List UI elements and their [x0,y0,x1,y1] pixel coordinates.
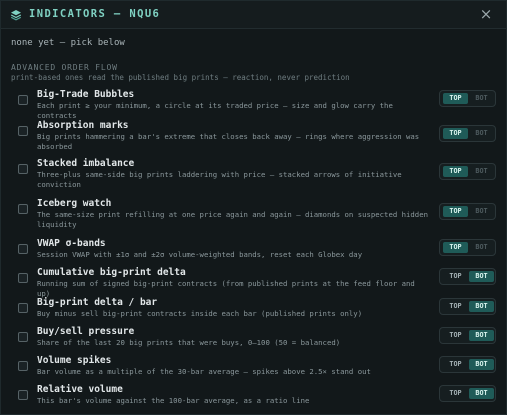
indicator-name[interactable]: Stacked imbalance [37,158,134,169]
placement-bot-button[interactable]: BOT [469,128,494,139]
panel-header: INDICATORS — NQU6 × [1,1,506,29]
indicator-row: Iceberg watch The same-size print refilli… [1,198,506,232]
indicator-checkbox[interactable] [18,332,28,342]
placement-bot-button[interactable]: BOT [469,301,494,312]
indicator-description: Share of the last 20 big prints that wer… [37,338,341,347]
placement-bot-button[interactable]: BOT [469,271,494,282]
placement-top-button[interactable]: TOP [443,330,468,341]
placement-toggle: TOP BOT [439,385,496,402]
indicators-panel: INDICATORS — NQU6 × none yet — pick belo… [0,0,507,415]
placement-top-button[interactable]: TOP [443,242,468,253]
indicator-checkbox[interactable] [18,273,28,283]
section-subheading: print-based ones read the published big … [11,73,350,82]
placement-bot-button[interactable]: BOT [469,93,494,104]
selection-status: none yet — pick below [11,38,125,48]
indicator-name[interactable]: Big-Trade Bubbles [37,89,134,100]
indicator-row: Absorption marks Big prints hammering a b… [1,120,506,154]
placement-toggle: TOP BOT [439,356,496,373]
indicator-description: Buy minus sell big-print contracts insid… [37,309,363,318]
placement-top-button[interactable]: TOP [443,128,468,139]
placement-toggle: TOP BOT [439,239,496,256]
indicator-name[interactable]: Cumulative big-print delta [37,267,186,278]
indicator-row: Cumulative big-print delta Running sum of… [1,267,506,298]
indicator-name[interactable]: VWAP σ-bands [37,238,106,249]
indicator-description: Each print ≥ your minimum, a circle at i… [37,101,393,120]
placement-toggle: TOP BOT [439,90,496,107]
indicator-checkbox[interactable] [18,244,28,254]
indicator-row: Buy/sell pressure Share of the last 20 bi… [1,326,506,352]
placement-bot-button[interactable]: BOT [469,388,494,399]
placement-bot-button[interactable]: BOT [469,166,494,177]
placement-bot-button[interactable]: BOT [469,359,494,370]
placement-toggle: TOP BOT [439,327,496,344]
indicator-checkbox[interactable] [18,95,28,105]
placement-toggle: TOP BOT [439,125,496,142]
placement-toggle: TOP BOT [439,163,496,180]
indicator-description: Session VWAP with ±1σ and ±2σ volume-wei… [37,250,363,259]
section-heading: ADVANCED ORDER FLOW [11,63,118,72]
indicator-checkbox[interactable] [18,204,28,214]
placement-toggle: TOP BOT [439,268,496,285]
indicator-name[interactable]: Big-print delta / bar [37,297,157,308]
placement-top-button[interactable]: TOP [443,301,468,312]
placement-top-button[interactable]: TOP [443,359,468,370]
indicator-name[interactable]: Volume spikes [37,355,111,366]
indicator-description: Three-plus same-side big prints ladderin… [37,170,402,189]
indicator-row: VWAP σ-bands Session VWAP with ±1σ and ±2… [1,238,506,264]
placement-top-button[interactable]: TOP [443,271,468,282]
placement-toggle: TOP BOT [439,203,496,220]
placement-top-button[interactable]: TOP [443,388,468,399]
placement-bot-button[interactable]: BOT [469,330,494,341]
indicator-checkbox[interactable] [18,390,28,400]
placement-top-button[interactable]: TOP [443,93,468,104]
indicator-checkbox[interactable] [18,303,28,313]
layers-icon [10,10,22,21]
indicator-row: Big-print delta / bar Buy minus sell big-… [1,297,506,323]
indicator-name[interactable]: Relative volume [37,384,123,395]
indicator-row: Relative volume This bar's volume against… [1,384,506,410]
indicator-name[interactable]: Absorption marks [37,120,129,131]
indicator-description: The same-size print refilling at one pri… [37,210,428,229]
indicator-checkbox[interactable] [18,126,28,136]
indicator-name[interactable]: Iceberg watch [37,198,111,209]
indicator-description: Big prints hammering a bar's extreme tha… [37,132,420,151]
panel-title: INDICATORS — NQU6 [29,8,161,20]
close-icon[interactable]: × [478,5,494,23]
indicator-row: Big-Trade Bubbles Each print ≥ your minim… [1,89,506,120]
indicator-row: Volume spikes Bar volume as a multiple of… [1,355,506,381]
indicator-row: Stacked imbalance Three-plus same-side bi… [1,158,506,192]
indicator-checkbox[interactable] [18,164,28,174]
placement-bot-button[interactable]: BOT [469,242,494,253]
placement-toggle: TOP BOT [439,298,496,315]
indicator-name[interactable]: Buy/sell pressure [37,326,134,337]
indicator-description: Running sum of signed big-print contract… [37,279,415,298]
indicator-description: This bar's volume against the 100-bar av… [37,396,310,405]
placement-bot-button[interactable]: BOT [469,206,494,217]
placement-top-button[interactable]: TOP [443,206,468,217]
placement-top-button[interactable]: TOP [443,166,468,177]
indicator-description: Bar volume as a multiple of the 30-bar a… [37,367,371,376]
indicator-checkbox[interactable] [18,361,28,371]
